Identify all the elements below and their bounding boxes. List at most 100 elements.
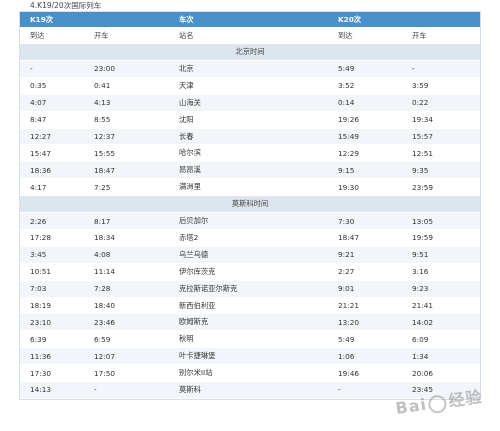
k19-depart-cell: - (94, 385, 97, 395)
station-name-cell: 伊尔库茨克 (179, 266, 216, 276)
k20-depart-cell: 13:05 (412, 216, 434, 226)
k20-arrive-cell: 1:06 (338, 351, 355, 361)
k19-depart-cell: 8:17 (94, 216, 111, 226)
train-number-header: K19次 车次 K20次 (20, 12, 480, 28)
station-name-cell: 天津 (179, 80, 194, 90)
timezone-section-header: 北京时间 (20, 44, 480, 61)
table-row: 7:03 7:28 克拉斯诺亚尔斯克 9:01 9:23 (20, 280, 480, 298)
table-row: - 23:00 北京 5:49 - (20, 61, 480, 78)
k19-arrive-cell: 12:27 (30, 132, 52, 141)
k19-arrive-cell: 6:39 (30, 334, 47, 344)
k20-arrive-cell: 18:47 (338, 233, 360, 243)
k19-arrive-cell: 17:30 (30, 368, 52, 378)
k20-arrive-cell: 15:49 (338, 132, 360, 141)
k19-arrive-cell: 15:47 (30, 148, 52, 158)
k19-depart-cell: 23:46 (94, 317, 116, 327)
k19-arrive-cell: 7:03 (30, 284, 47, 294)
k20-depart-cell: 21:41 (412, 301, 434, 311)
k20-arrive-cell: 12:29 (338, 148, 360, 158)
depart-header-k20: 开车 (412, 30, 427, 40)
k19-arrive-cell: 2:26 (30, 216, 47, 226)
k19-arrive-cell: 4:07 (30, 98, 47, 108)
k19-depart-cell: 23:00 (94, 64, 116, 74)
k19-depart-cell: 7:25 (94, 182, 111, 192)
table-row: 2:26 8:17 后贝加尔 7:30 13:05 (20, 213, 480, 231)
k20-depart-cell: 9:23 (412, 284, 429, 294)
k19-depart-cell: 18:47 (94, 165, 116, 175)
table-row: 17:28 18:34 赤塔2 18:47 19:59 (20, 230, 480, 247)
k19-arrive-cell: 14:13 (30, 385, 52, 395)
k20-arrive-cell: - (338, 385, 341, 395)
k20-arrive-cell: 9:01 (338, 284, 355, 294)
station-name-cell: 后贝加尔 (179, 216, 209, 226)
k19-depart-cell: 12:37 (94, 132, 116, 141)
k20-arrive-cell: 21:21 (338, 301, 360, 311)
table-row: 0:35 0:41 天津 3:52 3:59 (20, 77, 480, 95)
k20-depart-cell: 9:35 (412, 165, 429, 175)
station-name-cell: 沈阳 (179, 114, 194, 124)
k20-depart-cell: 1:34 (412, 351, 429, 361)
table-row: 15:47 15:55 哈尔滨 12:29 12:51 (20, 145, 480, 163)
k20-depart-cell: 3:59 (412, 81, 429, 91)
k19-arrive-cell: 0:35 (30, 81, 47, 91)
k20-arrive-cell: 7:30 (338, 216, 355, 226)
station-header: 站名 (179, 30, 194, 40)
k20-arrive-cell: 19:26 (338, 115, 360, 125)
k20-depart-cell: 0:22 (412, 98, 429, 108)
station-name-cell: 叶卡捷琳堡 (179, 351, 216, 361)
k19-depart-cell: 4:08 (94, 250, 111, 260)
station-name-cell: 乌兰乌德 (179, 249, 209, 259)
k19-arrive-cell: 3:45 (30, 250, 47, 260)
k19-depart-cell: 7:28 (94, 284, 111, 294)
k19-arrive-cell: 4:17 (30, 182, 47, 192)
k19-depart-cell: 17:50 (94, 368, 116, 378)
station-name-cell: 莫斯科 (179, 384, 201, 394)
k20-depart-cell: - (412, 64, 415, 74)
k19-depart-cell: 4:13 (94, 98, 111, 108)
k19-arrive-cell: 18:36 (30, 165, 52, 175)
table-row: 10:51 11:14 伊尔库茨克 2:27 3:16 (20, 263, 480, 281)
k20-depart-cell: 3:16 (412, 267, 429, 277)
k20-arrive-cell: 0:14 (338, 98, 355, 108)
depart-header-k19: 开车 (94, 30, 109, 40)
table-row: 6:39 6:59 秋明 5:49 6:09 (20, 331, 480, 349)
train-number-label: 车次 (179, 14, 194, 24)
k19-arrive-cell: 18:19 (30, 301, 52, 311)
station-name-cell: 新西伯利亚 (179, 300, 216, 310)
k20-arrive-cell: 19:46 (338, 368, 360, 378)
table-row: 4:17 7:25 满洲里 19:30 23:59 (20, 179, 480, 197)
timetable-body: 北京时间 -23:00 北京 5:49-0:35 0:41 天津 3:52 3:59 4:07 4… (20, 44, 480, 399)
k20-arrive-cell: 13:20 (338, 317, 360, 327)
k20-depart-cell: 6:09 (412, 334, 429, 344)
station-name-cell: 山海关 (179, 97, 201, 107)
k19-arrive-cell: - (30, 64, 33, 74)
table-row: 4:07 4:13 山海关 0:14 0:22 (20, 94, 480, 112)
k19-arrive-cell: 23:10 (30, 317, 52, 327)
table-row: 18:19 18:40 新西伯利亚 21:21 21:41 (20, 297, 480, 315)
train-timetable: K19次 车次 K20次 到达 开车 站名 到达 开车 北京时间 - 23:00 北京… (19, 11, 481, 400)
k19-depart-cell: 0:41 (94, 81, 111, 91)
station-name-cell: 北京 (179, 63, 194, 73)
station-name-cell: 秋明 (179, 334, 194, 344)
k19-label: K19次 (30, 14, 54, 24)
k20-arrive-cell: 19:30 (338, 182, 360, 192)
table-row: 11:36 12:07 叶卡捷琳堡 1:06 1:34 (20, 348, 480, 366)
station-name-cell: 别尔米II站 (179, 368, 213, 378)
k19-depart-cell: 15:55 (94, 148, 116, 158)
k20-arrive-cell: 9:21 (338, 250, 355, 260)
k20-arrive-cell: 2:27 (338, 267, 355, 277)
station-name-cell: 欧姆斯克 (179, 317, 209, 327)
k20-depart-cell: 15:57 (412, 132, 434, 141)
table-row: 12:27 12:37 长春 15:49 15:57 (20, 128, 480, 146)
k20-label: K20次 (338, 14, 362, 24)
k20-arrive-cell: 5:49 (338, 64, 355, 74)
k20-arrive-cell: 5:49 (338, 334, 355, 344)
table-row: 23:10 23:46 欧姆斯克 13:20 14:02 (20, 314, 480, 332)
k20-depart-cell: 9:51 (412, 250, 429, 260)
station-name-cell: 赤塔2 (179, 232, 199, 242)
k20-depart-cell: 19:59 (412, 233, 434, 243)
k19-depart-cell: 8:55 (94, 115, 111, 125)
k20-depart-cell: 14:02 (412, 317, 434, 327)
station-name-cell: 昂昂溪 (179, 165, 201, 175)
k20-arrive-cell: 3:52 (338, 81, 355, 91)
